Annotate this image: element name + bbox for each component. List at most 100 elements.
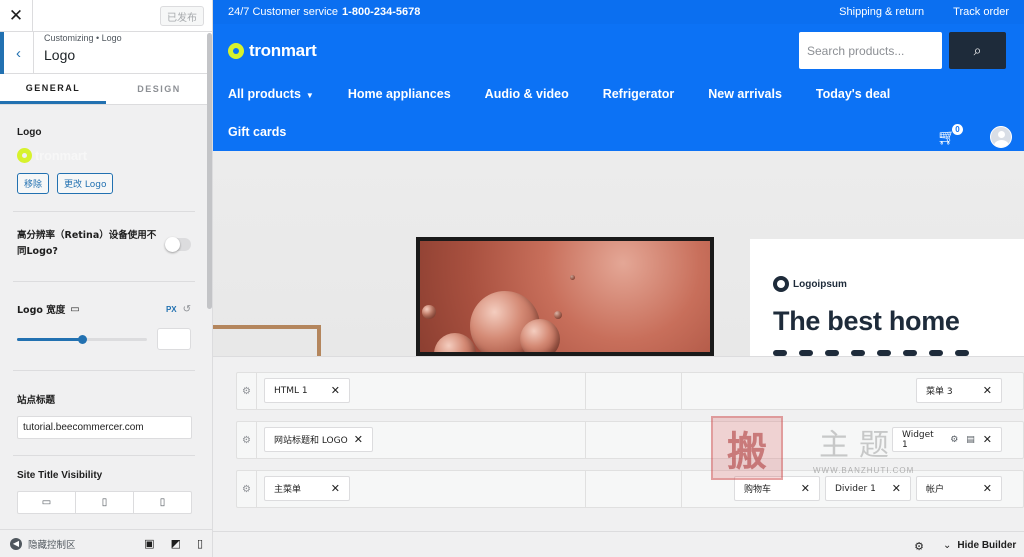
row-settings-gear-icon[interactable]: ⚙ bbox=[237, 471, 257, 507]
tronmart-logo-icon bbox=[228, 43, 244, 59]
cart-count-badge: 0 bbox=[951, 123, 964, 136]
site-preview: 24/7 Customer service 1-800-234-5678 Shi… bbox=[213, 0, 1024, 557]
customer-service-phone[interactable]: 1-800-234-5678 bbox=[342, 6, 420, 18]
tv-screen bbox=[420, 241, 710, 352]
layout-icon[interactable]: ▤ bbox=[966, 435, 975, 445]
bubble-image bbox=[554, 311, 562, 319]
row-settings-gear-icon[interactable]: ⚙ bbox=[237, 422, 257, 458]
bubble-image bbox=[520, 319, 560, 352]
slider-handle[interactable] bbox=[78, 334, 87, 344]
builder-item-html-1[interactable]: HTML 1 ✕ bbox=[264, 378, 350, 403]
site-logo[interactable]: tronmart bbox=[228, 41, 317, 61]
search-input[interactable]: Search products... bbox=[799, 32, 942, 69]
shipping-return-link[interactable]: Shipping & return bbox=[839, 6, 924, 18]
promo-headline: The best home bbox=[773, 306, 960, 336]
builder-settings-gear-icon[interactable]: ⚙ bbox=[909, 537, 929, 555]
tab-design[interactable]: DESIGN bbox=[106, 74, 212, 104]
logo-preview-text: tronmart bbox=[35, 148, 87, 163]
builder-item-label: HTML 1 bbox=[274, 385, 308, 396]
publish-button[interactable]: 已发布 bbox=[160, 6, 204, 26]
customizer-footer: ◀ 隐藏控制区 ▣ ◩ ▯ bbox=[0, 529, 212, 557]
nav-all-products[interactable]: All products ▼ bbox=[228, 87, 314, 101]
promo-logo-text: Logoipsum bbox=[793, 278, 847, 290]
back-button[interactable]: ‹ bbox=[0, 32, 34, 74]
builder-row-bottom: ⚙ 主菜单 ✕ 购物车 ✕ Divider 1 ✕ 帐户 ✕ bbox=[236, 470, 1024, 508]
hero-banner: Logoipsum The best home bbox=[213, 151, 1024, 360]
remove-item-icon[interactable]: ✕ bbox=[983, 384, 992, 397]
reset-icon[interactable]: ↺ bbox=[183, 304, 191, 315]
section-controls: Logo tronmart 移除 更改 Logo 高分辨率（Retina）设备使… bbox=[0, 105, 212, 514]
logo-width-input[interactable] bbox=[157, 328, 191, 350]
logo-width-label: Logo 宽度 bbox=[17, 305, 66, 316]
builder-item-main-menu[interactable]: 主菜单 ✕ bbox=[264, 476, 350, 501]
builder-item-divider-1[interactable]: Divider 1 ✕ bbox=[825, 476, 911, 501]
builder-item-label: 购物车 bbox=[744, 485, 772, 495]
nav-audio-video[interactable]: Audio & video bbox=[485, 87, 569, 101]
builder-item-site-title-logo[interactable]: 网站标题和 LOGO ✕ bbox=[264, 427, 373, 452]
section-title: Logo bbox=[44, 47, 76, 63]
chevron-left-icon: ‹ bbox=[16, 44, 21, 62]
mobile-visibility-icon[interactable]: ▯ bbox=[134, 492, 191, 513]
promo-headline-cutoff bbox=[773, 342, 1013, 356]
builder-item-cart[interactable]: 购物车 ✕ bbox=[734, 476, 820, 501]
remove-item-icon[interactable]: ✕ bbox=[892, 482, 901, 495]
tab-general[interactable]: GENERAL bbox=[0, 74, 106, 104]
divider bbox=[585, 422, 586, 458]
tablet-visibility-icon[interactable]: ▯ bbox=[76, 492, 134, 513]
nav-home-appliances[interactable]: Home appliances bbox=[348, 87, 451, 101]
builder-item-label: 菜单 3 bbox=[926, 387, 953, 397]
collapse-icon[interactable]: ◀ bbox=[10, 537, 22, 550]
desktop-preview-icon[interactable]: ▣ bbox=[144, 537, 154, 550]
retina-logo-toggle[interactable] bbox=[165, 236, 191, 252]
builder-row-top: ⚙ HTML 1 ✕ 菜单 3 ✕ bbox=[236, 372, 1024, 410]
builder-item-label: 主菜单 bbox=[274, 485, 302, 495]
builder-item-account[interactable]: 帐户 ✕ bbox=[916, 476, 1002, 501]
remove-item-icon[interactable]: ✕ bbox=[801, 482, 810, 495]
remove-logo-button[interactable]: 移除 bbox=[17, 173, 50, 194]
nav-refrigerator[interactable]: Refrigerator bbox=[603, 87, 675, 101]
builder-item-widget-1[interactable]: Widget 1 ⚙ ▤ ✕ bbox=[892, 427, 1002, 452]
site-title-input[interactable]: tutorial.beecommercer.com bbox=[17, 416, 192, 439]
brand-name: tronmart bbox=[249, 41, 317, 60]
hide-controls-button[interactable]: 隐藏控制区 bbox=[28, 537, 76, 551]
remove-item-icon[interactable]: ✕ bbox=[331, 384, 340, 397]
close-icon: ✕ bbox=[8, 6, 24, 25]
change-logo-button[interactable]: 更改 Logo bbox=[57, 173, 114, 194]
nav-gift-cards[interactable]: Gift cards bbox=[228, 125, 286, 139]
hide-builder-button[interactable]: ⌄ Hide Builder bbox=[943, 532, 1016, 557]
builder-item-menu-3[interactable]: 菜单 3 ✕ bbox=[916, 378, 1002, 403]
tablet-preview-icon[interactable]: ◩ bbox=[171, 537, 181, 550]
desktop-visibility-icon[interactable]: ▭ bbox=[18, 492, 76, 513]
nav-new-arrivals[interactable]: New arrivals bbox=[708, 87, 782, 101]
sidebar-scrollbar[interactable] bbox=[207, 33, 212, 309]
desktop-icon[interactable]: ▭ bbox=[70, 304, 79, 315]
remove-item-icon[interactable]: ✕ bbox=[331, 482, 340, 495]
tv-image bbox=[416, 237, 714, 356]
site-title-label: 站点标题 bbox=[17, 395, 56, 406]
divider bbox=[681, 422, 682, 458]
remove-item-icon[interactable]: ✕ bbox=[354, 433, 363, 446]
close-customizer-button[interactable]: ✕ bbox=[0, 0, 33, 32]
site-header: tronmart Search products... ⌕ All produc… bbox=[213, 24, 1024, 151]
builder-item-label: 网站标题和 LOGO bbox=[274, 436, 348, 446]
chevron-down-icon: ▼ bbox=[305, 91, 314, 100]
top-bar: 24/7 Customer service 1-800-234-5678 Shi… bbox=[213, 0, 1024, 24]
remove-item-icon[interactable]: ✕ bbox=[983, 482, 992, 495]
customizer-sidebar: ✕ 已发布 ‹ Customizing • Logo Logo GENERAL … bbox=[0, 0, 213, 557]
remove-item-icon[interactable]: ✕ bbox=[983, 433, 992, 446]
cart-button[interactable]: 🛒︎ 0 bbox=[937, 123, 964, 146]
bubble-image bbox=[434, 333, 476, 352]
logo-control-label: Logo bbox=[17, 127, 42, 138]
logo-width-label-wrap: Logo 宽度 ▭ bbox=[17, 302, 80, 317]
site-title-visibility-label: Site Title Visibility bbox=[17, 470, 103, 481]
search-button[interactable]: ⌕ bbox=[949, 32, 1006, 69]
account-avatar-icon[interactable] bbox=[990, 126, 1012, 148]
nav-todays-deal[interactable]: Today's deal bbox=[816, 87, 890, 101]
track-order-link[interactable]: Track order bbox=[953, 6, 1009, 18]
row-settings-gear-icon[interactable]: ⚙ bbox=[237, 373, 257, 409]
unit-selector[interactable]: PX bbox=[166, 305, 177, 314]
bubble-image bbox=[570, 275, 575, 280]
gear-icon[interactable]: ⚙ bbox=[950, 435, 958, 445]
mobile-preview-icon[interactable]: ▯ bbox=[197, 537, 203, 550]
logo-width-slider[interactable] bbox=[17, 334, 147, 344]
